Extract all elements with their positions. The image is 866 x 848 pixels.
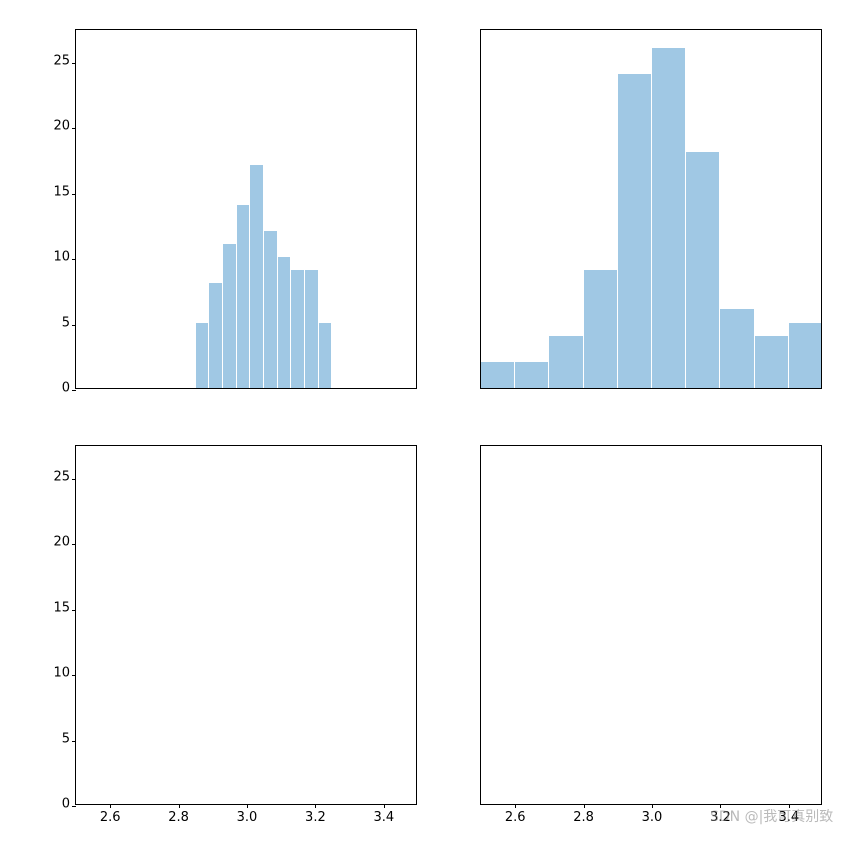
histogram-bar (584, 270, 617, 388)
y-tick-label: 15 (53, 600, 70, 615)
y-tick-mark (72, 675, 76, 676)
plot-area-bottom-right (481, 446, 821, 804)
histogram-bar (209, 283, 222, 388)
histogram-bar (720, 309, 753, 388)
y-tick-mark (72, 741, 76, 742)
y-tick-label: 10 (53, 250, 70, 265)
y-tick-label: 10 (53, 666, 70, 681)
y-tick-mark (72, 194, 76, 195)
y-tick-label: 0 (62, 381, 70, 396)
y-tick-mark (72, 259, 76, 260)
x-tick-label: 3.2 (710, 810, 731, 825)
x-tick-mark (179, 804, 180, 808)
x-tick-mark (515, 804, 516, 808)
histogram-bar (237, 205, 250, 388)
figure: 0510152025 05101520252.62.83.03.23.4 2.6… (0, 0, 866, 848)
y-tick-label: 25 (53, 53, 70, 68)
y-tick-label: 5 (62, 315, 70, 330)
x-tick-label: 2.8 (573, 810, 594, 825)
histogram-bar (305, 270, 318, 388)
histogram-bar (250, 165, 263, 388)
x-tick-mark (652, 804, 653, 808)
subplot-top-right (480, 29, 822, 389)
plot-area-bottom-left (76, 446, 416, 804)
subplot-bottom-right: 2.62.83.03.23.4 (480, 445, 822, 805)
x-tick-label: 3.4 (778, 810, 799, 825)
plot-area-top-right (481, 30, 821, 388)
x-tick-label: 3.4 (373, 810, 394, 825)
x-tick-mark (110, 804, 111, 808)
histogram-bar (319, 323, 332, 388)
y-tick-label: 5 (62, 731, 70, 746)
x-tick-label: 2.6 (505, 810, 526, 825)
y-tick-mark (72, 128, 76, 129)
x-tick-label: 3.0 (642, 810, 663, 825)
histogram-bar (686, 152, 719, 388)
x-tick-label: 3.2 (305, 810, 326, 825)
x-tick-mark (584, 804, 585, 808)
subplot-bottom-left: 05101520252.62.83.03.23.4 (75, 445, 417, 805)
y-tick-mark (72, 63, 76, 64)
x-tick-mark (384, 804, 385, 808)
histogram-bar (515, 362, 548, 388)
x-tick-mark (720, 804, 721, 808)
histogram-bar (278, 257, 291, 388)
y-tick-mark (72, 544, 76, 545)
subplot-top-left: 0510152025 (75, 29, 417, 389)
histogram-bar (549, 336, 582, 388)
x-tick-mark (247, 804, 248, 808)
y-tick-mark (72, 390, 76, 391)
x-tick-label: 2.6 (100, 810, 121, 825)
histogram-bar (652, 48, 685, 388)
y-tick-mark (72, 806, 76, 807)
x-tick-label: 2.8 (168, 810, 189, 825)
x-tick-mark (315, 804, 316, 808)
y-tick-mark (72, 325, 76, 326)
histogram-bar (618, 74, 651, 388)
y-tick-mark (72, 610, 76, 611)
histogram-bar (789, 323, 821, 388)
histogram-bar (481, 362, 514, 388)
y-tick-label: 0 (62, 797, 70, 812)
histogram-bar (264, 231, 277, 388)
histogram-bar (755, 336, 788, 388)
x-tick-mark (789, 804, 790, 808)
plot-area-top-left (76, 30, 416, 388)
y-tick-label: 15 (53, 184, 70, 199)
y-tick-label: 25 (53, 469, 70, 484)
histogram-bar (291, 270, 304, 388)
histogram-bar (223, 244, 236, 388)
histogram-bar (196, 323, 209, 388)
y-tick-label: 20 (53, 535, 70, 550)
x-tick-label: 3.0 (237, 810, 258, 825)
y-tick-label: 20 (53, 119, 70, 134)
y-tick-mark (72, 479, 76, 480)
